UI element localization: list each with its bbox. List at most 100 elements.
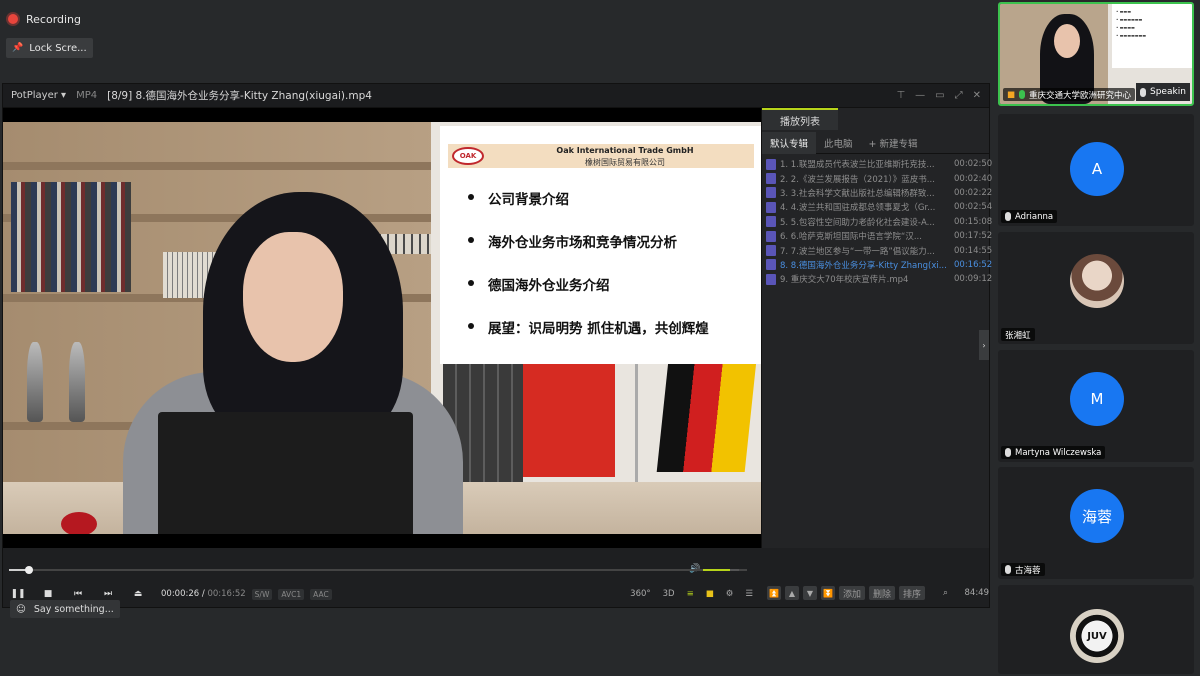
avatar: 海蓉 bbox=[1070, 489, 1124, 543]
player-menu-button[interactable]: PotPlayer ▾ bbox=[11, 90, 66, 101]
player-titlebar: PotPlayer ▾ MP4 [8/9] 8.德国海外仓业务分享-Kitty … bbox=[3, 84, 989, 108]
vr-360-button[interactable]: 360° bbox=[630, 589, 650, 599]
avatar: JUV bbox=[1070, 609, 1124, 663]
playlist-item-name: 9. 重庆交大70年校庆宣传片.mp4 bbox=[780, 275, 909, 286]
playlist-item-duration: 00:02:40 bbox=[954, 173, 993, 184]
participant-name-tag: 张湘虹 bbox=[1001, 328, 1035, 341]
bullet-item: 公司背景介绍 bbox=[466, 188, 709, 231]
avatar bbox=[1070, 254, 1124, 308]
playlist-item-name: 8. 8.德国海外仓业务分享-Kitty Zhang(xi... bbox=[780, 260, 947, 271]
seek-handle[interactable] bbox=[24, 566, 33, 574]
playlist-item[interactable]: 6. 6.哈萨克斯坦国际中语言学院“汉... 00:17:52 bbox=[766, 229, 993, 243]
playlist-items: 1. 1.联盟成员代表波兰比亚维斯托克技... 00:02:50 2. 2.《波兰发… bbox=[766, 157, 993, 287]
playlist-item[interactable]: 1. 1.联盟成员代表波兰比亚维斯托克技... 00:02:50 bbox=[766, 157, 992, 171]
participant-name: Martyna Wilczewska bbox=[1015, 447, 1102, 458]
tab-new-album[interactable]: + 新建专辑 bbox=[861, 132, 926, 154]
playlist-item-name: 6. 6.哈萨克斯坦国际中语言学院“汉... bbox=[780, 232, 922, 243]
volume-slider[interactable] bbox=[703, 569, 739, 571]
mouse bbox=[61, 512, 97, 534]
playlist-item[interactable]: 3. 3.社会科学文献出版社总编辑杨群致... 00:02:22 bbox=[766, 186, 992, 200]
move-up-button[interactable]: ▲ bbox=[785, 586, 799, 600]
tab-this-pc[interactable]: 此电脑 bbox=[816, 132, 861, 154]
bullet-item: 德国海外仓业务介绍 bbox=[466, 274, 709, 317]
china-flag bbox=[523, 347, 615, 477]
delete-button[interactable]: 删除 bbox=[869, 586, 896, 600]
emoji-icon[interactable]: ☺ bbox=[16, 604, 26, 615]
chat-input[interactable]: ☺ Say something... bbox=[10, 600, 120, 618]
restore-icon[interactable]: ▭ bbox=[935, 90, 944, 101]
potplayer-window: PotPlayer ▾ MP4 [8/9] 8.德国海外仓业务分享-Kitty … bbox=[2, 83, 993, 608]
video-file-icon bbox=[766, 173, 776, 185]
participant-tile[interactable]: 海蓉 古海蓉 bbox=[998, 467, 1194, 579]
avatar: M bbox=[1070, 372, 1124, 426]
recording-label: Recording bbox=[26, 12, 82, 26]
pause-button[interactable]: ❚❚ bbox=[3, 589, 33, 599]
pin-icon: 📌 bbox=[12, 43, 24, 53]
next-button[interactable]: ⏭ bbox=[93, 589, 123, 599]
playlist-panel: 播放列表 默认专辑 此电脑 + 新建专辑 1. 1.联盟成员代表波兰比亚维斯托克… bbox=[761, 108, 993, 548]
participants-column: • ▬▬▬ • ▬▬▬▬▬▬ • ▬▬▬▬ • ▬▬▬▬▬▬▬ ■ 重庆交通大学欧洲研… bbox=[996, 0, 1200, 676]
playlist-item-duration: 00:14:55 bbox=[954, 245, 993, 256]
move-top-button[interactable]: ⏫ bbox=[767, 586, 781, 600]
sort-button[interactable]: 排序 bbox=[899, 586, 926, 600]
format-tag: S/W bbox=[251, 588, 273, 600]
playlist-item[interactable]: 5. 5.包容性空间助力老龄化社会建设-A... 00:15:08 bbox=[766, 215, 993, 229]
pin-icon[interactable]: ⊤ bbox=[896, 90, 905, 101]
mic-icon bbox=[1140, 87, 1146, 97]
playlist-item[interactable]: 8. 8.德国海外仓业务分享-Kitty Zhang(xi... 00:16:52 bbox=[766, 258, 992, 272]
participant-name: 张湘虹 bbox=[1005, 330, 1031, 341]
laptop bbox=[158, 412, 413, 534]
participant-name-tag: Martyna Wilczewska bbox=[1001, 446, 1106, 459]
fullscreen-icon[interactable]: ⤢ bbox=[955, 90, 963, 101]
minimize-icon[interactable]: — bbox=[915, 90, 925, 101]
playlist-total-time: 84:49 bbox=[964, 588, 990, 598]
total-time: 00:16:52 bbox=[207, 589, 246, 599]
mic-on-icon bbox=[1019, 90, 1026, 99]
speaking-indicator: Speakin bbox=[1136, 83, 1190, 101]
playlist-item-duration: 00:15:08 bbox=[954, 216, 993, 227]
trophy bbox=[69, 342, 85, 422]
trophy bbox=[27, 342, 43, 422]
video-file-icon bbox=[766, 259, 776, 271]
playlist-controls: ⏫ ▲ ▼ ⏬ 添加 删除 排序 ⌕ 84:49 bbox=[767, 583, 989, 603]
volume-level bbox=[703, 569, 730, 571]
playlist-item-duration: 00:09:12 bbox=[954, 274, 993, 285]
playlist-item-duration: 00:17:52 bbox=[954, 231, 993, 242]
move-down-button[interactable]: ▼ bbox=[803, 586, 817, 600]
participant-tile[interactable]: 张湘虹 bbox=[998, 232, 1194, 344]
playlist-search-button[interactable]: ≡ bbox=[687, 589, 694, 599]
participant-tile[interactable]: M Martyna Wilczewska bbox=[998, 350, 1194, 462]
participant-face bbox=[1054, 24, 1080, 58]
playlist-item[interactable]: 2. 2.《波兰发展报告（2021）》蓝皮书... 00:02:40 bbox=[766, 171, 993, 185]
format-tag: AVC1 bbox=[278, 588, 305, 600]
video-viewport[interactable]: OAK Oak International Trade GmbH 橡树国际贸易有… bbox=[3, 108, 761, 548]
3d-button[interactable]: 3D bbox=[663, 589, 675, 599]
subtitle-button[interactable]: ■ bbox=[706, 589, 714, 599]
eject-button[interactable]: ⏏ bbox=[123, 589, 153, 599]
meeting-window: Recording 📌 Lock Scre... PotPlayer ▾ MP4… bbox=[0, 0, 1200, 676]
seek-bar[interactable] bbox=[9, 566, 747, 574]
menu-button[interactable]: ☰ bbox=[745, 589, 753, 599]
previous-button[interactable]: ⏮ bbox=[63, 589, 93, 599]
stop-button[interactable]: ■ bbox=[33, 589, 63, 599]
move-bottom-button[interactable]: ⏬ bbox=[821, 586, 835, 600]
current-time: 00:00:26 bbox=[161, 589, 200, 599]
format-label: MP4 bbox=[76, 90, 98, 101]
settings-button[interactable]: ⚙ bbox=[726, 589, 734, 599]
panel-collapse-handle[interactable]: › bbox=[979, 330, 989, 360]
recording-indicator[interactable]: Recording bbox=[8, 8, 81, 30]
germany-flag bbox=[656, 352, 758, 472]
participant-name: 重庆交通大学欧洲研究中心 bbox=[1029, 90, 1132, 101]
participant-tile[interactable]: A Adrianna bbox=[998, 114, 1194, 226]
close-icon[interactable]: ✕ bbox=[973, 90, 981, 101]
playlist-item[interactable]: 4. 4.波兰共和国驻成都总领事夏戈（Gr... 00:02:54 bbox=[766, 200, 992, 214]
participant-tile[interactable]: JUV bbox=[998, 585, 1194, 674]
tab-playlist[interactable]: 播放列表 bbox=[762, 108, 838, 130]
playlist-item[interactable]: 7. 7.波兰地区参与“一带一路”倡议能力... 00:14:55 bbox=[766, 243, 993, 257]
tab-default-album[interactable]: 默认专辑 bbox=[762, 131, 817, 154]
playlist-item-name: 2. 2.《波兰发展报告（2021）》蓝皮书... bbox=[780, 174, 935, 185]
playlist-item[interactable]: 9. 重庆交大70年校庆宣传片.mp4 00:09:12 bbox=[766, 272, 993, 286]
search-icon[interactable]: ⌕ bbox=[943, 588, 948, 598]
lock-screen-button[interactable]: 📌 Lock Scre... bbox=[6, 38, 93, 58]
add-button[interactable]: 添加 bbox=[839, 586, 866, 600]
